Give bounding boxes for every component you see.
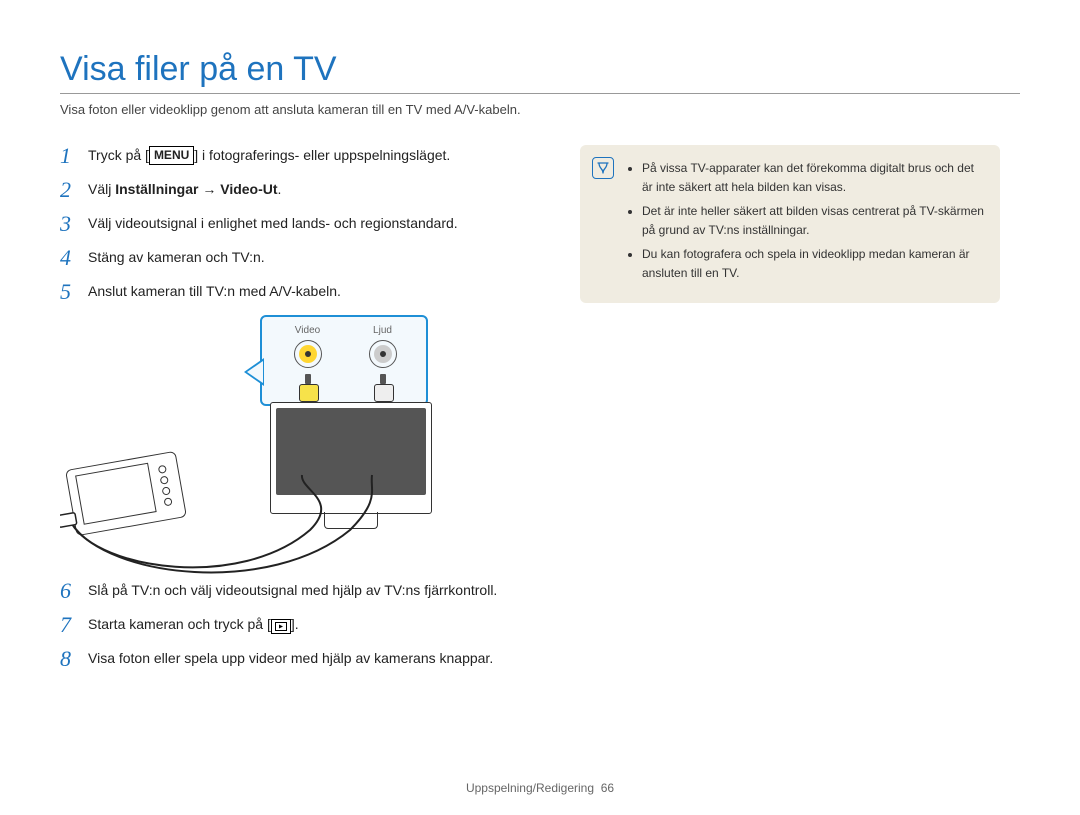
step-4: 4 Stäng av kameran och TV:n. [60,247,530,269]
step-5: 5 Anslut kameran till TV:n med A/V-kabel… [60,281,530,303]
step-text: Anslut kameran till TV:n med A/V-kabeln. [88,281,341,303]
step-number: 5 [60,281,88,303]
step-number: 4 [60,247,88,269]
lead-text: Visa foton eller videoklipp genom att an… [60,102,1020,117]
port-label-audio: Ljud [369,325,397,336]
title-rule [60,93,1020,94]
step-text: Tryck på [ [88,147,149,163]
audio-plug-icon [374,374,392,400]
av-ports-callout: Video Ljud [260,315,428,406]
page-title: Visa filer på en TV [60,50,1020,89]
step-number: 3 [60,213,88,235]
step-number: 7 [60,614,88,636]
step-number: 2 [60,179,88,201]
step-text: Slå på TV:n och välj videoutsignal med h… [88,580,497,602]
note-item: På vissa TV-apparater kan det förekomma … [642,159,984,196]
menu-key: MENU [149,146,194,165]
step-text: Välj [88,181,115,197]
page-footer: Uppspelning/Redigering 66 [0,781,1080,795]
step-text: Stäng av kameran och TV:n. [88,247,265,269]
step-number: 6 [60,580,88,602]
playback-key-icon [271,619,291,634]
step-2: 2 Välj Inställningar → Video-Ut. [60,179,530,201]
audio-jack-icon [369,340,397,368]
port-label-video: Video [294,325,322,336]
step-text: Starta kameran och tryck på [ [88,616,271,632]
note-item: Det är inte heller säkert att bilden vis… [642,202,984,239]
step-text: ]. [291,616,299,632]
footer-section: Uppspelning/Redigering [466,781,594,795]
step-1: 1 Tryck på [MENU] i fotograferings- elle… [60,145,530,167]
step-6: 6 Slå på TV:n och välj videoutsignal med… [60,580,530,602]
video-plug-icon [299,374,317,400]
step-text: Välj videoutsignal i enlighet med lands-… [88,213,458,235]
note-box: På vissa TV-apparater kan det förekomma … [580,145,1000,303]
note-icon [592,157,614,179]
step-3: 3 Välj videoutsignal i enlighet med land… [60,213,530,235]
video-jack-icon [294,340,322,368]
step-8: 8 Visa foton eller spela upp videor med … [60,648,530,670]
steps-column: 1 Tryck på [MENU] i fotograferings- elle… [60,145,580,682]
step-7: 7 Starta kameran och tryck på []. [60,614,530,636]
step-number: 1 [60,145,88,167]
connection-diagram: Video Ljud [60,315,530,580]
step-text: ] i fotograferings- eller uppspelningslä… [194,147,450,163]
step-text: . [278,181,282,197]
camera-icon [65,451,187,536]
note-column: På vissa TV-apparater kan det förekomma … [580,145,1000,303]
tv-icon [270,402,432,514]
tv-stand [324,512,378,529]
step-number: 8 [60,648,88,670]
step-text: Visa foton eller spela upp videor med hj… [88,648,493,670]
note-item: Du kan fotografera och spela in videokli… [642,245,984,282]
step-bold: Inställningar → Video-Ut [115,181,277,197]
footer-page-number: 66 [601,781,614,795]
